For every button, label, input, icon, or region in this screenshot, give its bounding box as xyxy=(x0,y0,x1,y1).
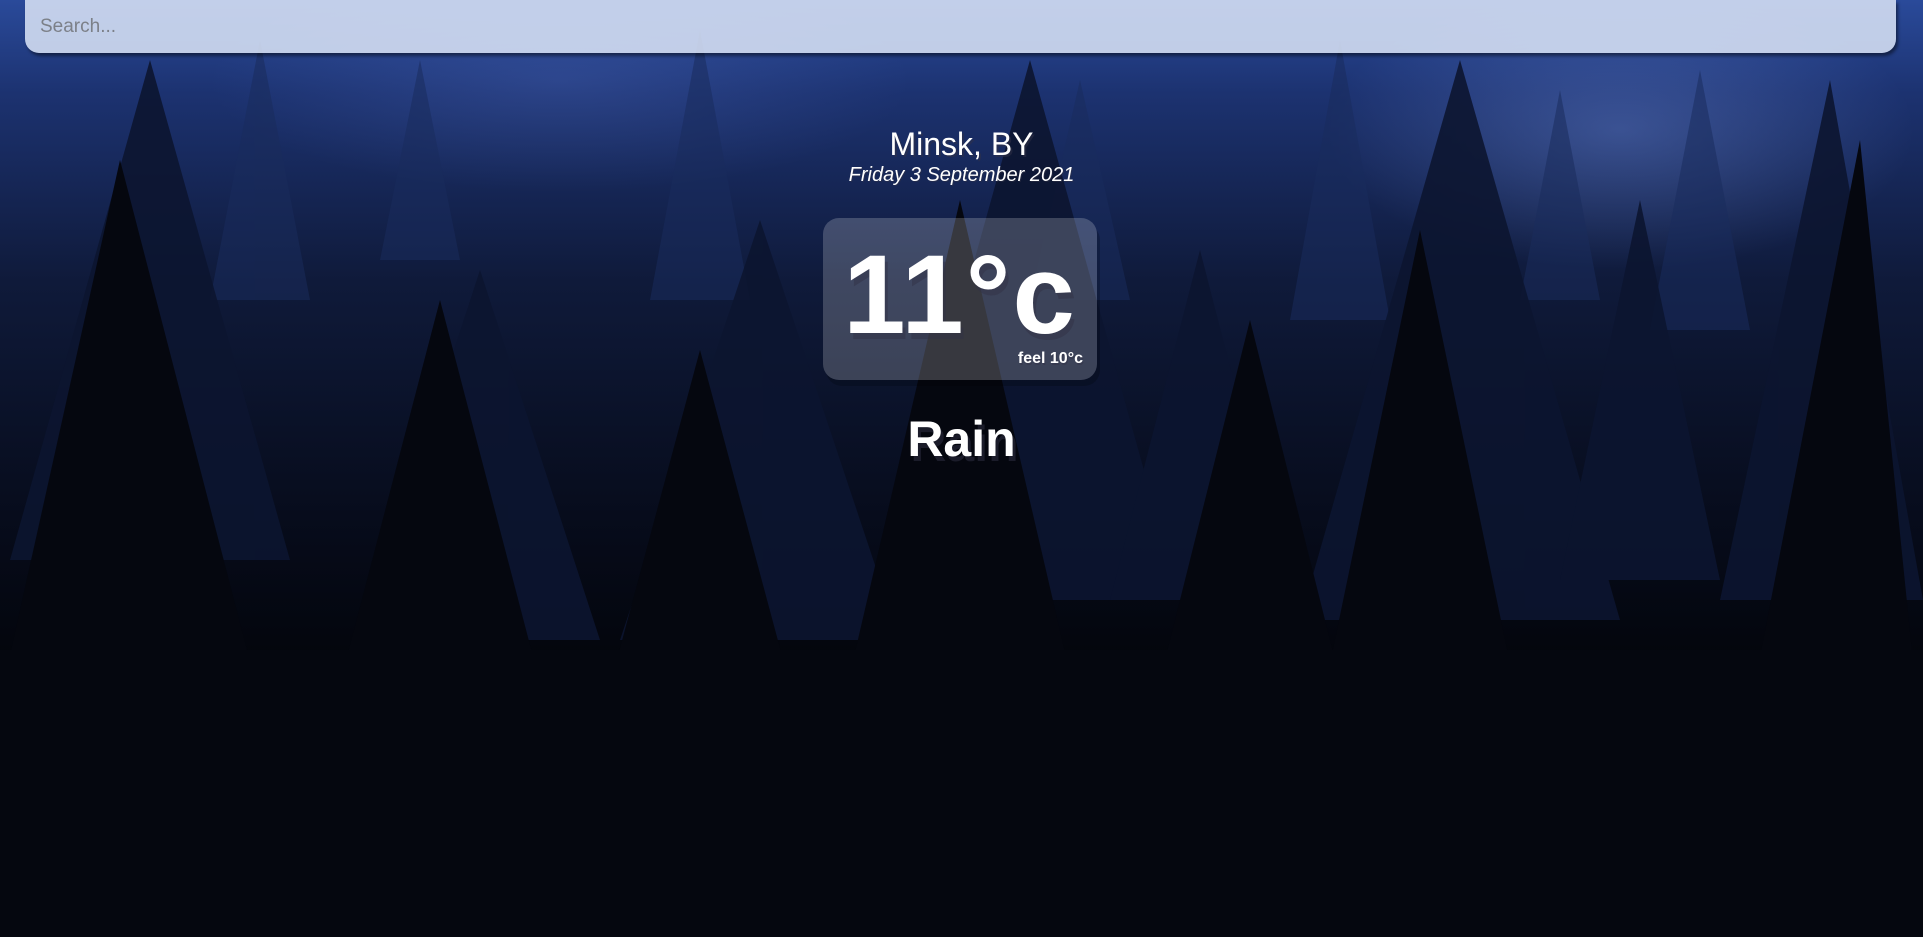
feels-like-value: feel 10°c xyxy=(1017,350,1083,367)
temperature-value: 11°c xyxy=(843,232,1077,357)
weather-app: Minsk, BY Friday 3 September 2021 11°c f… xyxy=(0,0,1923,937)
location-title: Minsk, BY xyxy=(889,126,1034,162)
temperature-card: 11°c feel 10°c xyxy=(823,218,1097,380)
current-date: Friday 3 September 2021 xyxy=(848,164,1075,186)
search-box xyxy=(25,0,1896,53)
weather-condition: Rain xyxy=(907,411,1016,467)
search-input[interactable] xyxy=(25,0,1896,53)
